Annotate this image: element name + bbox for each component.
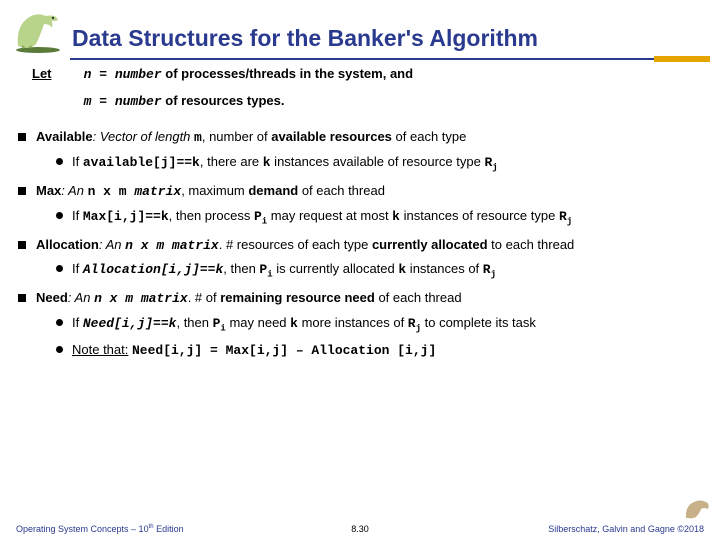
slide-header: Data Structures for the Banker's Algorit…	[0, 0, 720, 54]
footer-left: Operating System Concepts – 10th Edition	[16, 524, 216, 534]
bullet-max-sub: If Max[i,j]==k, then process Pi may requ…	[56, 208, 706, 228]
bullet-need-note: Note that: Need[i,j] = Max[i,j] – Alloca…	[56, 342, 706, 360]
bullet-allocation-sub: If Allocation[i,j]==k, then Pi is curren…	[56, 261, 706, 281]
footer-page-number: 8.30	[216, 524, 504, 534]
slide-title: Data Structures for the Banker's Algorit…	[72, 25, 538, 54]
bullet-need: Need: An n x m matrix. # of remaining re…	[18, 290, 706, 359]
bullet-need-sub: If Need[i,j]==k, then Pi may need k more…	[56, 315, 706, 335]
slide-body: Let n = number of processes/threads in t…	[0, 66, 720, 360]
let-label: Let	[32, 66, 80, 83]
title-rule	[70, 56, 710, 62]
slide-footer: Operating System Concepts – 10th Edition…	[0, 524, 720, 534]
footer-right: Silberschatz, Galvin and Gagne ©2018	[504, 524, 704, 534]
let-block: Let n = number of processes/threads in t…	[14, 66, 706, 119]
bullet-available: Available: Vector of length m, number of…	[18, 129, 706, 174]
bullet-max: Max: An n x m matrix, maximum demand of …	[18, 183, 706, 228]
let-line-m: m = number of resources types.	[84, 93, 413, 111]
let-line-n: n = number of processes/threads in the s…	[84, 66, 413, 84]
bullet-available-sub: If available[j]==k, there are k instance…	[56, 154, 706, 174]
dinosaur-corner-icon	[682, 496, 716, 522]
bullet-allocation: Allocation: An n x m matrix. # resources…	[18, 237, 706, 282]
dinosaur-logo	[6, 6, 66, 54]
